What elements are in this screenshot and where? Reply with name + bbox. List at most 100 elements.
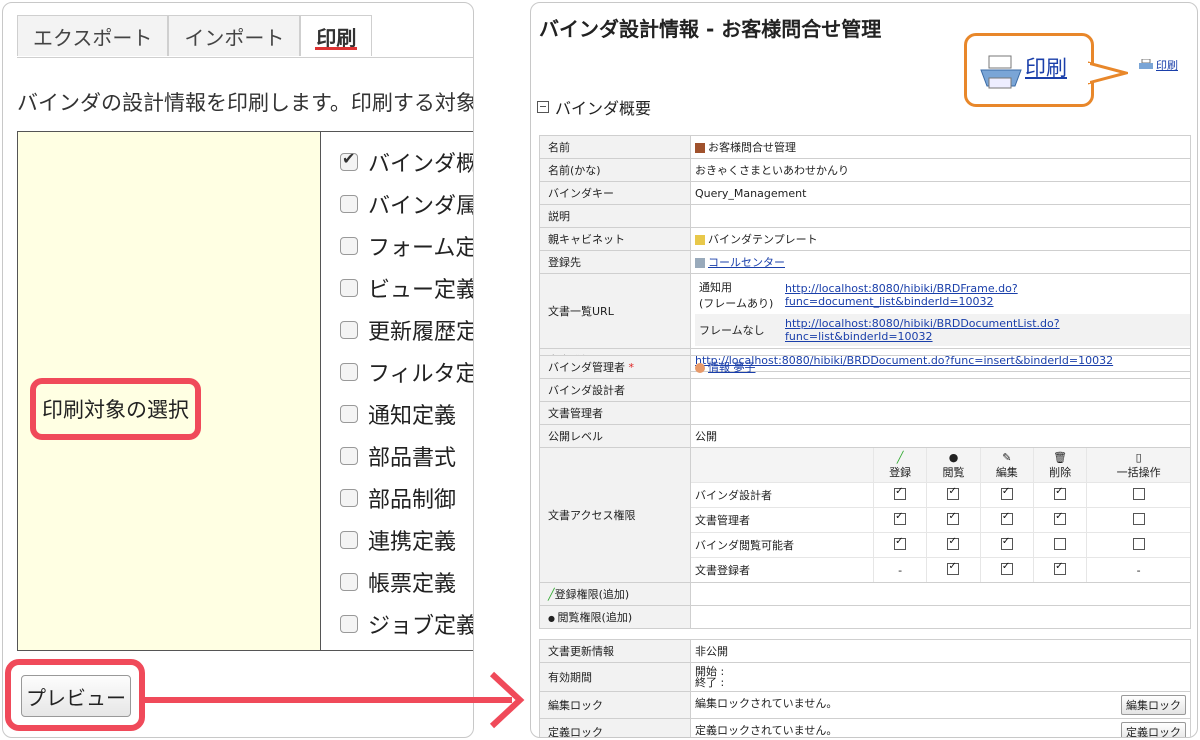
key-cell: フレームなし xyxy=(699,324,765,337)
add-view-perm[interactable]: 閲覧権限(追加) xyxy=(558,611,633,624)
tab-import[interactable]: インポート xyxy=(168,15,301,56)
edit-lock-button[interactable]: 編集ロック xyxy=(1121,695,1186,715)
checkbox-notify-definition[interactable] xyxy=(340,405,358,423)
noframe-url-link[interactable]: http://localhost:8080/hibiki/BRDDocument… xyxy=(785,317,1060,343)
perm-checkbox[interactable] xyxy=(1054,537,1067,550)
perm-checkbox[interactable] xyxy=(1000,486,1013,500)
option-binder-overview[interactable]: バインダ概要 xyxy=(340,146,473,178)
key-cell: 有効期間 xyxy=(539,662,691,692)
notify-url-link-cont[interactable]: func=document_list&binderId=10032 xyxy=(785,295,994,308)
value-cell: 公開 xyxy=(690,424,1191,448)
key-cell: 名前(かな) xyxy=(539,158,691,182)
perm-header-delete: 🗑 削除 xyxy=(1032,448,1087,483)
add-register-perm[interactable]: 登録権限(追加) xyxy=(555,588,630,601)
print-description: バインダの設計情報を印刷します。印刷する対象 xyxy=(17,91,474,115)
perm-checkbox[interactable] xyxy=(894,536,907,550)
manager-link[interactable]: 情報 夢子 xyxy=(708,361,756,374)
key-cell: バインダ設計者 xyxy=(539,378,691,402)
perm-checkbox[interactable] xyxy=(1132,537,1145,550)
checkbox-part-control[interactable] xyxy=(340,489,358,507)
checkbox-job-definition[interactable] xyxy=(340,615,358,633)
option-form-definition[interactable]: フォーム定義 xyxy=(340,230,473,262)
preview-button[interactable]: プレビュー xyxy=(21,675,131,717)
perm-checkbox[interactable] xyxy=(894,511,907,525)
perm-checkbox[interactable] xyxy=(894,486,907,500)
checkbox-report-definition[interactable] xyxy=(340,573,358,591)
value-cell xyxy=(690,582,1191,606)
perm-checkbox[interactable] xyxy=(1132,487,1145,500)
perm-row-name: 文書管理者 xyxy=(691,507,874,533)
option-history-definition[interactable]: 更新履歴定義 xyxy=(340,314,473,346)
perm-row-name: バインダ設計者 xyxy=(691,482,874,508)
eye-icon: ● xyxy=(948,450,959,464)
option-label: フィルタ定義 xyxy=(368,362,473,387)
checkbox-part-format[interactable] xyxy=(340,447,358,465)
user-icon xyxy=(695,363,705,373)
section-binder-overview[interactable]: バインダ概要 xyxy=(537,95,651,119)
option-report-definition[interactable]: 帳票定義 xyxy=(340,566,456,598)
perm-checkbox[interactable] xyxy=(1054,561,1067,575)
print-small: 印刷 xyxy=(1139,57,1178,73)
option-label: バインダ概要 xyxy=(368,152,473,177)
checkbox-binder-attributes[interactable] xyxy=(340,195,358,213)
arrow-icon xyxy=(140,671,525,729)
perm-header-label: 登録 xyxy=(889,465,912,479)
value-cell: おきゃくさまといあわせかんり xyxy=(690,158,1191,182)
perm-checkbox[interactable] xyxy=(1000,511,1013,525)
def-lock-button[interactable]: 定義ロック xyxy=(1121,722,1186,737)
page-title: バインダ設計情報 - お客様問合せ管理 xyxy=(539,17,882,41)
collapse-icon[interactable] xyxy=(537,101,549,113)
option-part-control[interactable]: 部品制御 xyxy=(340,482,456,514)
option-view-definition[interactable]: ビュー定義 xyxy=(340,272,474,304)
print-link-large[interactable]: 印刷 xyxy=(1025,52,1067,82)
option-label: ビュー定義 xyxy=(368,278,474,303)
perm-row: 文書管理者 xyxy=(691,507,1190,533)
option-notify-definition[interactable]: 通知定義 xyxy=(340,398,456,430)
perm-checkbox[interactable] xyxy=(1132,512,1145,525)
notify-url-link[interactable]: http://localhost:8080/hibiki/BRDFrame.do… xyxy=(785,282,1018,295)
option-job-definition[interactable]: ジョブ定義 xyxy=(340,608,474,640)
perm-checkbox[interactable] xyxy=(1054,486,1067,500)
option-label: 更新履歴定義 xyxy=(368,320,473,345)
option-part-format[interactable]: 部品書式 xyxy=(340,440,456,472)
key-cell: 文書管理者 xyxy=(539,401,691,425)
print-settings-panel: エクスポート インポート 印刷 バインダの設計情報を印刷します。印刷する対象 印… xyxy=(2,2,474,738)
checkbox-binder-overview[interactable] xyxy=(340,149,358,171)
option-binder-attributes[interactable]: バインダ属性 xyxy=(340,188,473,220)
option-label: フォーム定義 xyxy=(368,236,473,261)
tab-print[interactable]: 印刷 xyxy=(300,15,373,56)
checkbox-view-definition[interactable] xyxy=(340,279,358,297)
perm-checkbox[interactable] xyxy=(947,511,960,525)
checkbox-link-definition[interactable] xyxy=(340,531,358,549)
option-link-definition[interactable]: 連携定義 xyxy=(340,524,456,556)
value-cell xyxy=(690,605,1191,629)
checkbox-filter-definition[interactable] xyxy=(340,363,358,381)
dest-link[interactable]: コールセンター xyxy=(708,256,785,269)
perm-checkbox[interactable] xyxy=(947,561,960,575)
print-link-small[interactable]: 印刷 xyxy=(1156,57,1178,73)
doc-icon: ▯ xyxy=(1135,450,1142,464)
perm-checkbox[interactable] xyxy=(1000,536,1013,550)
tab-export[interactable]: エクスポート xyxy=(17,15,169,56)
tab-divider xyxy=(17,57,473,58)
perm-header-view: ● 閲覧 xyxy=(926,448,981,483)
checkbox-form-definition[interactable] xyxy=(340,237,358,255)
checkbox-history-definition[interactable] xyxy=(340,321,358,339)
key-cell: 公開レベル xyxy=(539,424,691,448)
admin-table: バインダ管理者 * 情報 夢子 バインダ設計者 文書管理者 公開レベル 公開 文書ア… xyxy=(539,355,1191,629)
value-cell: 非公開 xyxy=(690,639,1191,663)
key-cell: 文書一覧URL xyxy=(539,273,691,349)
perm-header-label: 閲覧 xyxy=(942,465,965,479)
perm-checkbox[interactable] xyxy=(1054,511,1067,525)
perm-header-label: 編集 xyxy=(995,465,1018,479)
perm-checkbox[interactable] xyxy=(947,486,960,500)
print-target-box: 印刷対象の選択 バインダ概要 バインダ属性 フォーム定義 ビュー定義 更新履歴定… xyxy=(17,131,474,651)
value-cell: 編集ロックされていません。 xyxy=(695,697,838,710)
trash-icon: 🗑 xyxy=(1053,450,1068,464)
edit-icon: ✎ xyxy=(1002,450,1012,464)
perm-checkbox[interactable] xyxy=(1000,561,1013,575)
option-filter-definition[interactable]: フィルタ定義 xyxy=(340,356,473,388)
printer-icon[interactable] xyxy=(979,52,1023,92)
option-label: ジョブ定義 xyxy=(368,614,474,639)
perm-checkbox[interactable] xyxy=(947,536,960,550)
